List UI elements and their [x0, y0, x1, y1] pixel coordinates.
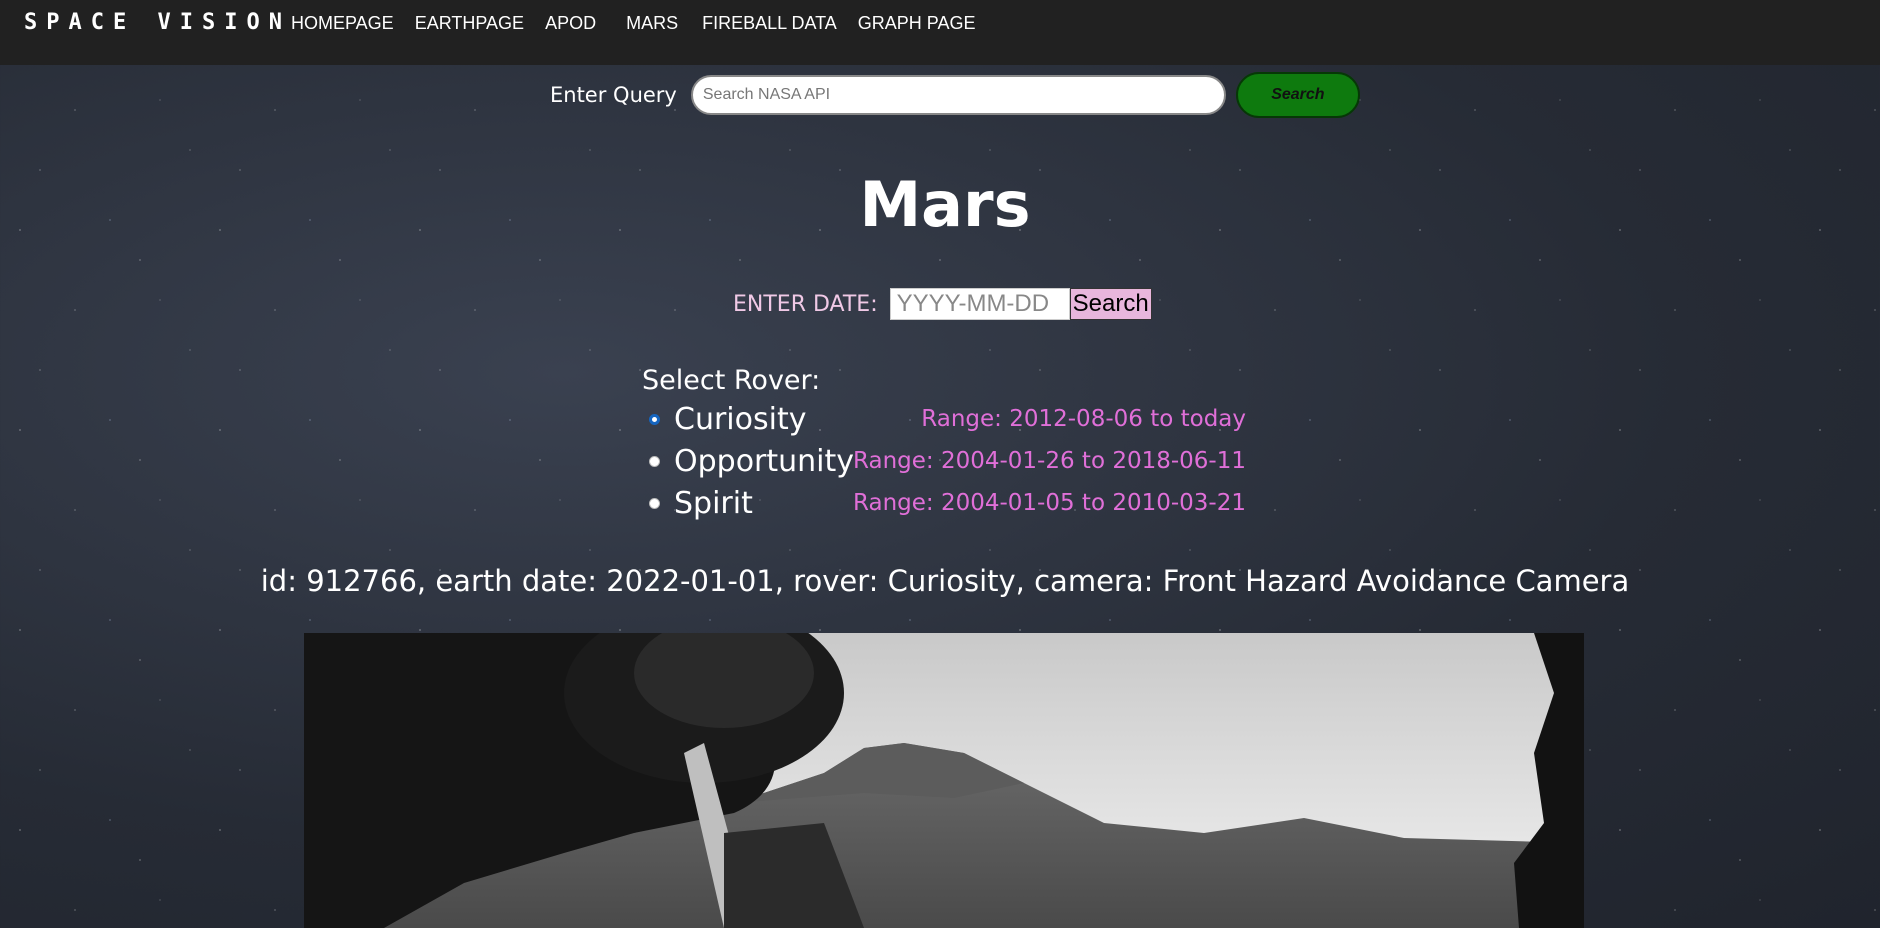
nav-link-apod[interactable]: APOD — [545, 13, 596, 34]
rover-range: Range: 2004-01-05 to 2010-03-21 — [853, 490, 1246, 516]
query-search-button[interactable]: Search — [1235, 72, 1360, 118]
nav-link-homepage[interactable]: HOMEPAGE — [291, 13, 394, 34]
date-search-button[interactable]: Search — [1069, 288, 1152, 320]
opportunity-radio[interactable] — [649, 455, 660, 467]
rover-option-curiosity[interactable]: Curiosity Range: 2012-08-06 to today — [642, 398, 1262, 440]
rover-name: Curiosity — [674, 401, 807, 437]
rover-option-opportunity[interactable]: Opportunity Range: 2004-01-26 to 2018-06… — [642, 440, 1262, 482]
nav-links: HOMEPAGE EARTHPAGE APOD MARS FIREBALL DA… — [291, 13, 997, 34]
rover-selector: Select Rover: Curiosity Range: 2012-08-0… — [642, 365, 1262, 524]
nav-link-fireball-data[interactable]: FIREBALL DATA — [702, 13, 837, 34]
mars-photo-image — [304, 633, 1584, 928]
rover-range: Range: 2012-08-06 to today — [921, 406, 1246, 432]
nav-link-earthpage[interactable]: EARTHPAGE — [415, 13, 524, 34]
spirit-radio[interactable] — [649, 497, 660, 509]
rover-select-title: Select Rover: — [642, 365, 821, 396]
photo-caption: id: 912766, earth date: 2022-01-01, rove… — [260, 564, 1630, 598]
rover-option-spirit[interactable]: Spirit Range: 2004-01-05 to 2010-03-21 — [642, 482, 1262, 524]
query-label: Enter Query — [550, 83, 677, 107]
rover-range: Range: 2004-01-26 to 2018-06-11 — [853, 448, 1246, 474]
query-input[interactable] — [690, 75, 1226, 115]
rover-name: Opportunity — [674, 443, 855, 479]
query-bar: Enter Query Search — [550, 72, 1360, 118]
rover-name: Spirit — [674, 485, 753, 521]
date-search: ENTER DATE: Search — [733, 288, 1152, 320]
brand-logo[interactable]: SPACE VISION — [24, 10, 291, 35]
mars-rover-photo — [304, 633, 1584, 928]
date-input[interactable] — [889, 288, 1070, 320]
date-label: ENTER DATE: — [733, 291, 878, 317]
page-title: Mars — [859, 168, 1031, 241]
top-navbar: SPACE VISION HOMEPAGE EARTHPAGE APOD MAR… — [0, 0, 1880, 65]
nav-link-graph-page[interactable]: GRAPH PAGE — [858, 13, 976, 34]
curiosity-radio[interactable] — [649, 413, 660, 425]
nav-link-mars[interactable]: MARS — [626, 13, 678, 34]
